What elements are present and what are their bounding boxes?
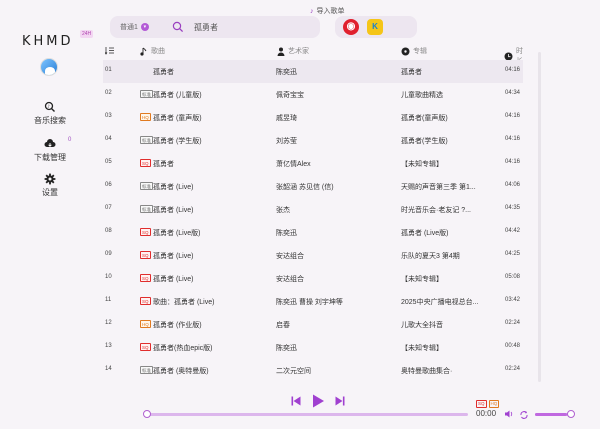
source-select-value: 普通1 — [120, 24, 138, 31]
quality-badge-sq[interactable]: SQ — [476, 400, 487, 408]
table-row[interactable]: 01 孤勇者 陈奕迅 孤勇者 04:16 — [103, 60, 523, 83]
sidebar-item-settings[interactable]: 设置 — [20, 173, 80, 198]
search-music-icon: ♪ — [44, 101, 55, 112]
svg-text:♪: ♪ — [47, 103, 50, 108]
music-note-icon: ♪ — [310, 8, 314, 15]
column-header-album[interactable]: 专辑 — [401, 46, 427, 56]
quality-badge: 标准 — [140, 366, 153, 374]
quality-badge: 标准 — [140, 205, 153, 213]
sidebar-item-music-search[interactable]: ♪ 音乐搜索 — [20, 101, 80, 126]
song-list: 01 孤勇者 陈奕迅 孤勇者 04:16 02 标准 孤勇者 (儿童版) 佩奇宝… — [103, 60, 523, 380]
platform-selector: ◉ K — [335, 16, 417, 38]
progress-thumb[interactable] — [143, 410, 151, 418]
column-header-title[interactable]: 歌曲 — [140, 46, 165, 56]
current-time: 00:00 — [476, 409, 497, 418]
table-row[interactable]: 10 SQ 孤勇者 (Live) 安达组合 【未知专辑】 05:08 — [103, 267, 523, 290]
import-playlist-button[interactable]: ♪ 导入歌单 — [310, 6, 345, 16]
search-bar: 普通1 ▾ 孤勇者 — [110, 16, 320, 38]
table-row[interactable]: 07 标准 孤勇者 (Live) 张杰 时光音乐会·老友记 ?... 04:35 — [103, 198, 523, 221]
music-note-icon — [140, 47, 147, 56]
version-badge: 24H — [80, 30, 94, 38]
quality-badge: 标准 — [140, 136, 153, 144]
person-icon — [277, 47, 285, 56]
volume-fill — [535, 413, 568, 416]
chevron-down-icon: ▾ — [140, 23, 149, 32]
search-input[interactable]: 孤勇者 — [194, 22, 218, 33]
quality-badge: SQ — [140, 228, 151, 236]
quality-badge: 标准 — [140, 182, 153, 190]
next-track-icon[interactable] — [334, 395, 346, 407]
quality-badge: 标准 — [140, 90, 153, 98]
table-row[interactable]: 04 标准 孤勇者 (学生版) 刘苏莹 孤勇者(学生版) 04:16 — [103, 129, 523, 152]
kuwo-icon[interactable]: K — [367, 19, 383, 35]
table-row[interactable]: 13 SQ 孤勇者(热血epic版) 陈奕迅 【未知专辑】 00:48 — [103, 336, 523, 359]
repeat-icon[interactable] — [519, 409, 529, 419]
table-row[interactable]: 09 SQ 孤勇者 (Live) 安达组合 乐队的夏天3 第4期 04:25 — [103, 244, 523, 267]
table-row[interactable]: 14 标准 孤勇者 (奥特曼版) 二次元空间 奥特曼歌曲集合· 02:24 — [103, 359, 523, 380]
table-row[interactable]: 03 HQ 孤勇者 (童声版) 戚昱琦 孤勇者(童声版) 04:16 — [103, 106, 523, 129]
table-row[interactable]: 02 标准 孤勇者 (儿童版) 佩奇宝宝 儿童歌曲精选 04:34 — [103, 83, 523, 106]
table-row[interactable]: 08 SQ 孤勇者 (Live版) 陈奕迅 孤勇者 (Live版) 04:42 — [103, 221, 523, 244]
avatar[interactable] — [40, 58, 58, 76]
app-logo: KHMD — [22, 34, 74, 49]
table-row[interactable]: 05 SQ 孤勇者 萧亿情Alex 【未知专辑】 04:16 — [103, 152, 523, 175]
import-playlist-label: 导入歌单 — [316, 8, 345, 15]
quality-badge: SQ — [140, 159, 151, 167]
quality-badge-hq[interactable]: HQ — [488, 400, 500, 408]
table-header: 歌曲 艺术家 专辑 时长 — [103, 42, 528, 65]
quality-badge: SQ — [140, 297, 151, 305]
player-bar: SQ HQ 00:00 — [0, 388, 600, 429]
progress-track[interactable] — [146, 413, 468, 416]
quality-badge: HQ — [140, 320, 151, 328]
volume-icon[interactable] — [504, 409, 514, 419]
table-row[interactable]: 06 标准 孤勇者 (Live) 张韶涵 苏见信 (信) 天赐的声音第三季 第1… — [103, 175, 523, 198]
search-icon[interactable] — [172, 21, 184, 33]
play-icon[interactable] — [310, 393, 326, 409]
sidebar-item-label: 设置 — [42, 188, 58, 197]
netease-icon[interactable]: ◉ — [343, 19, 359, 35]
list-scrollbar[interactable] — [538, 52, 541, 382]
quality-badge: HQ — [140, 113, 151, 121]
column-header-artist[interactable]: 艺术家 — [277, 46, 309, 56]
sidebar-item-label: 音乐搜索 — [34, 116, 66, 125]
source-select[interactable]: 普通1 ▾ — [120, 22, 149, 32]
quality-badge: SQ — [140, 251, 151, 259]
disc-icon — [401, 47, 410, 55]
table-row[interactable]: 11 SQ 歌曲：孤勇者 (Live) 陈奕迅 曹操 刘宇坤等 2025中央广播… — [103, 290, 523, 313]
quality-badge: SQ — [140, 343, 151, 351]
download-count-badge: 0 — [68, 137, 72, 143]
volume-thumb[interactable] — [567, 410, 575, 418]
sidebar: KHMD 24H ♪ 音乐搜索 下载管理 0 设置 — [0, 0, 100, 429]
sidebar-item-label: 下载管理 — [34, 153, 66, 162]
sort-number-icon[interactable] — [105, 46, 115, 55]
previous-track-icon[interactable] — [290, 395, 302, 407]
quality-badge: SQ — [140, 274, 151, 282]
cloud-download-icon — [44, 139, 56, 147]
gear-icon — [44, 173, 56, 185]
current-quality-badges: SQ HQ — [476, 400, 500, 408]
table-row[interactable]: 12 HQ 孤勇者 (作业版) 启春 儿歌大全抖音 02:24 — [103, 313, 523, 336]
